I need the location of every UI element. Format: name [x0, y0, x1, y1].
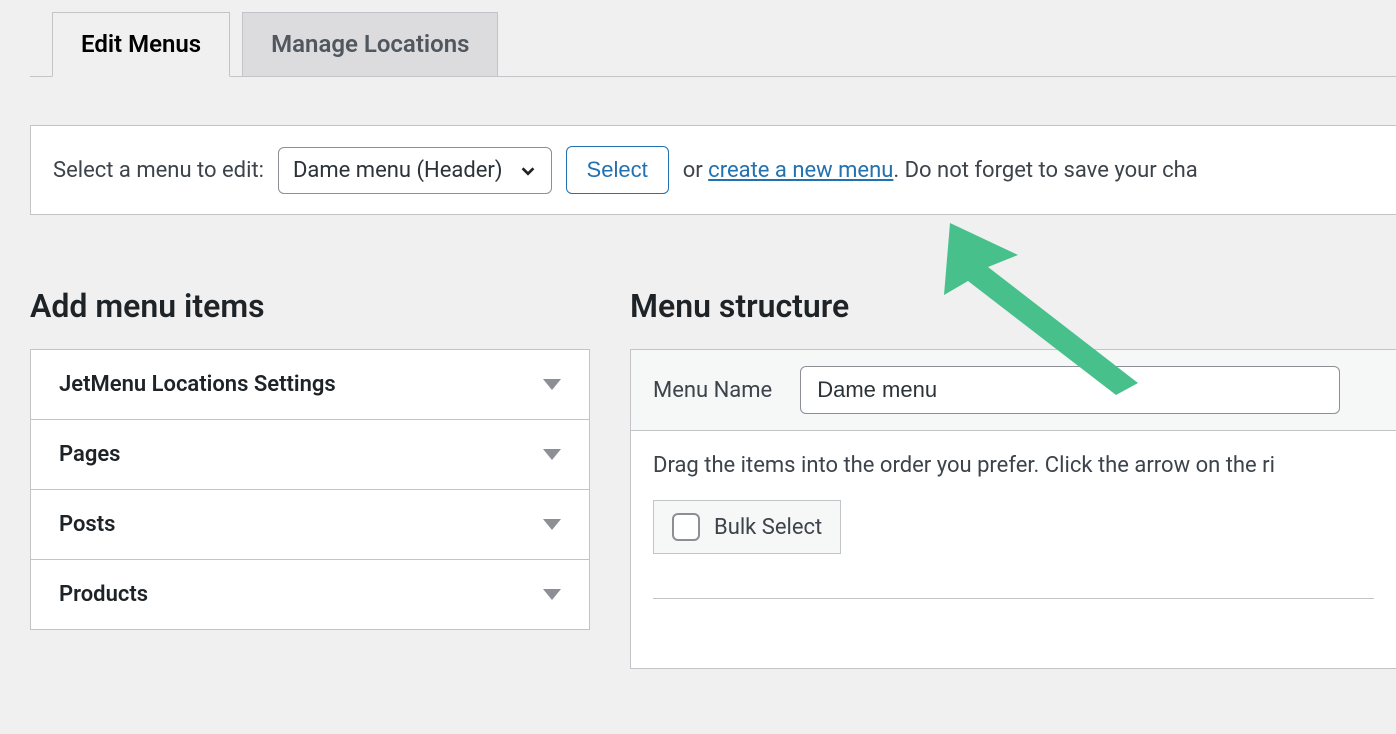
menu-structure-panel: Menu Name Drag the items into the order … — [630, 349, 1396, 669]
accordion-item-label: JetMenu Locations Settings — [59, 372, 336, 397]
menu-dropdown-value: Dame menu (Header) — [293, 158, 503, 183]
tab-bar: Edit Menus Manage Locations — [30, 0, 1396, 77]
or-text: or — [683, 158, 703, 183]
menu-items-container — [653, 598, 1374, 628]
menu-name-input[interactable] — [800, 366, 1340, 414]
triangle-down-icon — [543, 589, 561, 600]
accordion-item-jetmenu[interactable]: JetMenu Locations Settings — [31, 350, 589, 420]
menu-structure-heading: Menu structure — [630, 287, 1396, 325]
tab-manage-locations[interactable]: Manage Locations — [242, 12, 498, 77]
helper-text: or create a new menu. Do not forget to s… — [683, 158, 1198, 183]
drag-instruction-text: Drag the items into the order you prefer… — [653, 453, 1374, 478]
menu-dropdown[interactable]: Dame menu (Header) — [278, 147, 552, 194]
select-menu-label: Select a menu to edit: — [53, 158, 264, 183]
menu-name-label: Menu Name — [653, 378, 772, 403]
tail-text: . Do not forget to save your cha — [893, 158, 1197, 183]
menu-selector-bar: Select a menu to edit: Dame menu (Header… — [30, 125, 1396, 215]
accordion-item-products[interactable]: Products — [31, 560, 589, 629]
triangle-down-icon — [543, 519, 561, 530]
create-new-menu-link[interactable]: create a new menu — [708, 158, 893, 183]
accordion-item-label: Products — [59, 582, 148, 607]
bulk-select-button[interactable]: Bulk Select — [653, 500, 841, 554]
chevron-down-icon — [519, 161, 537, 179]
menu-name-row: Menu Name — [631, 350, 1396, 431]
bulk-select-checkbox[interactable] — [672, 513, 700, 541]
accordion-item-posts[interactable]: Posts — [31, 490, 589, 560]
accordion-item-pages[interactable]: Pages — [31, 420, 589, 490]
accordion: JetMenu Locations Settings Pages Posts P… — [30, 349, 590, 630]
select-button[interactable]: Select — [566, 146, 669, 194]
accordion-item-label: Posts — [59, 512, 115, 537]
triangle-down-icon — [543, 449, 561, 460]
tab-edit-menus[interactable]: Edit Menus — [52, 12, 230, 77]
triangle-down-icon — [543, 379, 561, 390]
add-menu-items-heading: Add menu items — [30, 287, 590, 325]
accordion-item-label: Pages — [59, 442, 120, 467]
bulk-select-label: Bulk Select — [714, 515, 822, 540]
